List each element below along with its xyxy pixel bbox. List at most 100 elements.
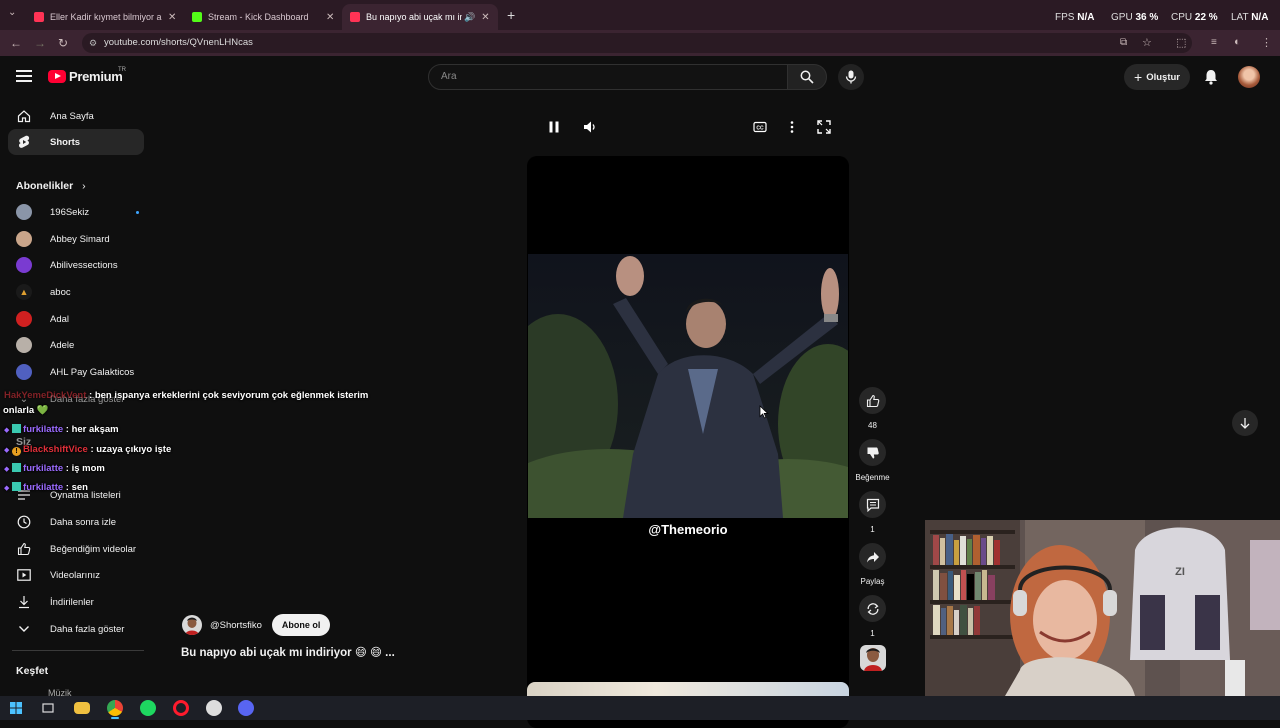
short-title[interactable]: Bu napıyo abi uçak mı indiriyor 😄 😄 ... [181, 645, 395, 659]
tab-1[interactable]: Eller Kadir kıymet bilmiyor anne ✕ [26, 4, 184, 30]
remix-icon [867, 602, 878, 615]
sidebar-item-shorts[interactable]: Shorts [8, 129, 144, 155]
browser-menu-icon[interactable]: ⋮ [1261, 36, 1272, 49]
steelseries-icon[interactable] [206, 700, 222, 716]
account-avatar[interactable] [1238, 66, 1260, 88]
forward-icon[interactable]: → [34, 36, 46, 50]
subscriptions-header[interactable]: Abonelikler › [16, 180, 86, 192]
sidebar-item-label: AHL Pay Galakticos [50, 366, 135, 378]
sidebar-subscription-adele[interactable]: Adele [8, 332, 144, 358]
close-tab-icon[interactable]: ✕ [168, 12, 176, 23]
task-view-icon[interactable] [40, 700, 56, 716]
sidebar-item-label: Shorts [50, 136, 81, 148]
gpu-label: GPU [1111, 12, 1133, 23]
captions-icon[interactable]: CC [753, 120, 767, 134]
profile-icon[interactable]: ◐ [1234, 36, 1241, 48]
site-info-icon[interactable]: ⚙ [89, 33, 97, 53]
microphone-icon [845, 70, 857, 84]
sidebar-subscription-abbey-simard[interactable]: Abbey Simard [8, 226, 144, 252]
chat-message: ◆ furkilatte : her akşam [4, 424, 119, 435]
share-button[interactable] [859, 543, 886, 570]
sidebar-item-watch-later[interactable]: Daha sonra izle [8, 509, 144, 535]
more-options-icon[interactable] [785, 120, 799, 134]
channel-avatar [16, 337, 32, 353]
like-button[interactable] [859, 387, 886, 414]
bookmark-star-icon[interactable]: ☆ [1142, 36, 1152, 49]
back-icon[interactable]: ← [10, 36, 22, 50]
sidebar-subscription-aboc[interactable]: ▲ aboc [8, 279, 144, 305]
sidebar-item-label: Beğendiğim videolar [50, 543, 137, 555]
sidebar-subscription-196sekiz[interactable]: 196Sekiz [8, 199, 144, 225]
spotify-icon[interactable] [140, 700, 156, 716]
mouse-cursor-icon [759, 405, 769, 419]
chat-username: furkilatte [23, 424, 64, 435]
tab-search-icon[interactable]: ⌄ [8, 7, 16, 18]
dislike-button[interactable] [859, 439, 886, 466]
video-frame[interactable] [528, 254, 848, 518]
hamburger-menu-icon[interactable] [16, 70, 32, 82]
opera-icon[interactable] [173, 700, 189, 716]
sidebar-item-music[interactable]: Müzik [48, 688, 72, 696]
chat-text: : her akşam [63, 424, 119, 435]
thumbs-down-icon [867, 447, 879, 458]
search-input[interactable]: Ara [428, 64, 788, 90]
gpu-value: 36 % [1135, 12, 1159, 23]
remix-button[interactable] [859, 595, 886, 622]
sidebar-item-label: Videolarınız [50, 569, 100, 581]
sidebar-subscription-abilivessections[interactable]: Abilivessections [8, 252, 144, 278]
subscriber-badge-icon [12, 463, 22, 472]
channel-thumbnail-image [864, 648, 882, 671]
new-tab-button[interactable]: + [507, 7, 515, 23]
speaker-icon[interactable]: 🔊 [464, 12, 475, 23]
sidebar-item-label: Daha fazla göster [50, 623, 125, 635]
reload-icon[interactable]: ↻ [58, 36, 68, 50]
youtube-logo-icon [48, 70, 66, 83]
chat-badge-icon: ◆ [4, 485, 10, 492]
address-bar[interactable]: ⚙ youtube.com/shorts/QVnenLHNcas [82, 33, 1192, 53]
close-tab-icon[interactable]: ✕ [481, 12, 489, 23]
channel-avatar[interactable] [182, 615, 202, 635]
fps-label: FPS [1055, 12, 1075, 23]
pause-icon[interactable] [547, 120, 561, 134]
fullscreen-icon[interactable] [817, 120, 831, 134]
sidebar-item-label: Adal [50, 313, 70, 325]
create-label: Oluştur [1146, 71, 1180, 83]
extensions-icon[interactable]: ⬚ [1176, 36, 1186, 49]
channel-name[interactable]: @Shortsfiko [210, 620, 262, 631]
chevron-down-icon [16, 621, 32, 637]
sidebar-subscription-ahl-pay-galakticos[interactable]: AHL Pay Galakticos [8, 359, 144, 385]
sidebar-item-home[interactable]: Ana Sayfa [8, 103, 144, 129]
search-button[interactable] [787, 64, 827, 90]
channel-thumbnail[interactable] [860, 645, 886, 671]
sidebar-subscription-adal[interactable]: Adal [8, 306, 144, 332]
discord-icon[interactable] [238, 700, 254, 716]
subscribe-button[interactable]: Abone ol [271, 614, 331, 636]
reading-list-icon[interactable]: ≡ [1211, 37, 1217, 48]
sidebar-item-downloads[interactable]: İndirilenler [8, 589, 144, 615]
close-tab-icon[interactable]: ✕ [326, 12, 334, 23]
next-short-button[interactable] [1232, 410, 1258, 436]
live-indicator-dot [136, 211, 139, 214]
install-app-icon[interactable]: ⧉ [1120, 37, 1127, 48]
tab-3-active[interactable]: Bu napıyo abi uçak mı indiriyo 🔊 ✕ [342, 4, 498, 30]
youtube-premium-logo[interactable]: Premium TR [48, 67, 126, 84]
create-button[interactable]: + Oluştur [1124, 64, 1190, 90]
notifications-bell-icon[interactable] [1202, 68, 1220, 86]
active-app-indicator [111, 717, 119, 719]
tab-2[interactable]: Stream - Kick Dashboard ✕ [184, 4, 342, 30]
sidebar-item-your-videos[interactable]: Videolarınız [8, 562, 144, 588]
volume-icon[interactable] [583, 120, 597, 134]
sidebar-item-liked-videos[interactable]: Beğendiğim videolar [8, 536, 144, 562]
windows-start-icon[interactable] [8, 700, 24, 716]
voice-search-button[interactable] [838, 64, 864, 90]
fps-value: N/A [1077, 12, 1095, 23]
sidebar-item-label: aboc [50, 286, 71, 298]
channel-avatar [16, 311, 32, 327]
chrome-icon[interactable] [107, 700, 123, 716]
file-explorer-icon[interactable] [74, 702, 90, 714]
plus-icon: + [1134, 69, 1143, 85]
next-short-preview[interactable] [527, 682, 849, 696]
comments-button[interactable] [859, 491, 886, 518]
like-count: 48 [868, 421, 877, 430]
sidebar-show-more-you[interactable]: Daha fazla göster [8, 616, 144, 642]
